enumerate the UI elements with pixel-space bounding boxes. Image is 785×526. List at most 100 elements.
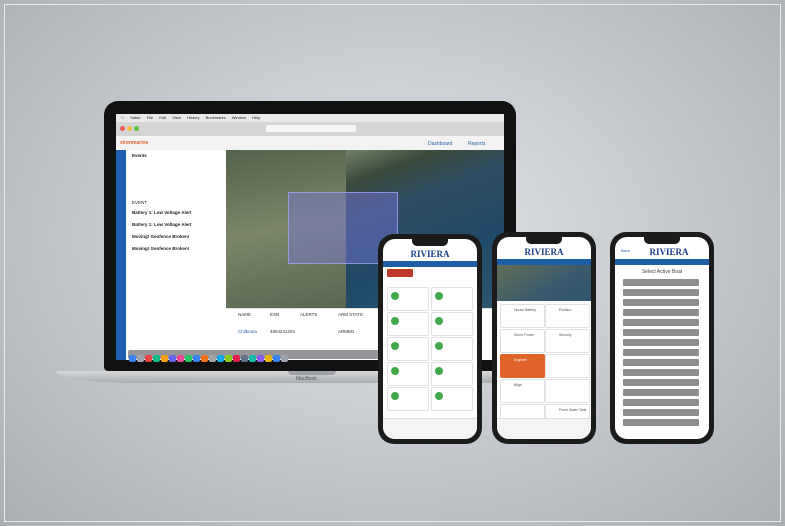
minimize-window-button[interactable]	[127, 126, 132, 131]
system-card[interactable]	[431, 387, 473, 411]
boat-list-item[interactable]	[623, 319, 699, 326]
phone-notch	[412, 239, 448, 246]
menu-help[interactable]: Help	[252, 115, 260, 120]
back-button[interactable]: Back	[621, 248, 630, 253]
dock-app-icon[interactable]	[136, 355, 144, 362]
dock-app-icon[interactable]	[184, 355, 192, 362]
dock-app-icon[interactable]	[264, 355, 272, 362]
house-battery-card[interactable]: House Battery	[500, 304, 545, 328]
col-arm-state[interactable]: ARM STATE	[338, 312, 363, 317]
menu-file[interactable]: File	[147, 115, 153, 120]
events-panel: Events EVENT Battery 1: Low Voltage Aler…	[126, 150, 227, 360]
boat-list-item[interactable]	[623, 409, 699, 416]
dock-app-icon[interactable]	[200, 355, 208, 362]
security-card[interactable]: Security	[545, 329, 590, 353]
select-boat-title: Select Active Boat	[641, 269, 683, 275]
dock-app-icon[interactable]	[160, 355, 168, 362]
system-card[interactable]	[431, 337, 473, 361]
row-name[interactable]: Chilbeuta	[238, 329, 257, 334]
phone-map[interactable]	[497, 265, 591, 301]
apple-icon: 	[121, 115, 124, 120]
riviera-logo: RIVIERA	[649, 247, 689, 257]
system-card[interactable]	[431, 287, 473, 311]
system-card[interactable]	[387, 362, 429, 386]
system-card[interactable]	[387, 312, 429, 336]
phone-notch	[644, 237, 680, 244]
system-card[interactable]	[387, 387, 429, 411]
dock-app-icon[interactable]	[240, 355, 248, 362]
dock-app-icon[interactable]	[280, 355, 288, 362]
status-card[interactable]	[545, 354, 590, 378]
phone-tab-bar[interactable]	[497, 418, 591, 439]
phone-middle-screen: RIVIERA House Battery Position Shore Pow…	[497, 237, 591, 439]
boat-list-item[interactable]	[623, 329, 699, 336]
event-item[interactable]: Battery 1: Low Voltage Alert	[132, 222, 192, 227]
phone-notch	[526, 237, 562, 244]
phone-right-screen: RIVIERA Back Select Active Boat	[615, 237, 709, 439]
boat-list-item[interactable]	[623, 339, 699, 346]
menu-view[interactable]: View	[172, 115, 181, 120]
system-card[interactable]	[431, 362, 473, 386]
boat-list-item[interactable]	[623, 389, 699, 396]
dock-app-icon[interactable]	[192, 355, 200, 362]
status-ok-icon	[391, 392, 399, 400]
dock-app-icon[interactable]	[168, 355, 176, 362]
shore-power-card[interactable]: Shore Power	[500, 329, 545, 353]
maximize-window-button[interactable]	[134, 126, 139, 131]
dock-app-icon[interactable]	[216, 355, 224, 362]
nav-dashboard[interactable]: Dashboard	[428, 141, 452, 147]
system-card[interactable]	[387, 337, 429, 361]
dock-app-icon[interactable]	[248, 355, 256, 362]
position-card[interactable]: Position	[545, 304, 590, 328]
dock-app-icon[interactable]	[224, 355, 232, 362]
boat-list-item[interactable]	[623, 369, 699, 376]
events-title: Events	[132, 153, 147, 158]
row-esn: 4864241294	[270, 329, 296, 334]
close-window-button[interactable]	[120, 126, 125, 131]
event-item[interactable]: Moving! Geofence Broken!	[132, 246, 189, 251]
dock-app-icon[interactable]	[152, 355, 160, 362]
system-card[interactable]	[431, 312, 473, 336]
status-card[interactable]	[545, 379, 590, 403]
dock-app-icon[interactable]	[272, 355, 280, 362]
dock-app-icon[interactable]	[144, 355, 152, 362]
menu-history[interactable]: History	[187, 115, 199, 120]
riviera-logo: RIVIERA	[410, 249, 450, 259]
event-item[interactable]: Moving! Geofence Broken!	[132, 234, 189, 239]
phone-status-bar	[615, 259, 709, 265]
system-card[interactable]	[387, 287, 429, 311]
row-state: ARMED	[338, 329, 355, 334]
brand-logo: sirenmarine	[120, 140, 149, 146]
boat-list-item[interactable]	[623, 349, 699, 356]
boat-list-item[interactable]	[623, 359, 699, 366]
mac-dock	[128, 350, 408, 362]
nav-reports[interactable]: Reports	[468, 141, 486, 147]
dock-app-icon[interactable]	[232, 355, 240, 362]
engines-card[interactable]: Engines	[500, 354, 545, 378]
dock-app-icon[interactable]	[208, 355, 216, 362]
menu-edit[interactable]: Edit	[159, 115, 166, 120]
event-item[interactable]: Battery 1: Low Voltage Alert	[132, 210, 192, 215]
event-column-header: EVENT	[132, 200, 148, 205]
col-alerts[interactable]: ALERTS	[300, 312, 317, 317]
dock-app-icon[interactable]	[128, 355, 136, 362]
boat-list-item[interactable]	[623, 289, 699, 296]
laptop-notch	[288, 371, 336, 375]
boat-list-item[interactable]	[623, 419, 699, 426]
address-bar[interactable]	[266, 125, 356, 132]
col-name[interactable]: NAME	[238, 312, 251, 317]
menu-window[interactable]: Window	[232, 115, 246, 120]
boat-list-item[interactable]	[623, 309, 699, 316]
phone-tab-bar[interactable]	[383, 418, 477, 439]
dock-app-icon[interactable]	[176, 355, 184, 362]
boat-list-item[interactable]	[623, 299, 699, 306]
menu-bookmarks[interactable]: Bookmarks	[206, 115, 226, 120]
boat-list-item[interactable]	[623, 279, 699, 286]
laptop-label: MacBook	[296, 376, 317, 382]
dock-app-icon[interactable]	[256, 355, 264, 362]
boat-list-item[interactable]	[623, 399, 699, 406]
col-esn[interactable]: ESN	[270, 312, 279, 317]
boat-list-item[interactable]	[623, 379, 699, 386]
bilge-card[interactable]: Bilge	[500, 379, 545, 403]
menu-safari[interactable]: Safari	[130, 115, 140, 120]
